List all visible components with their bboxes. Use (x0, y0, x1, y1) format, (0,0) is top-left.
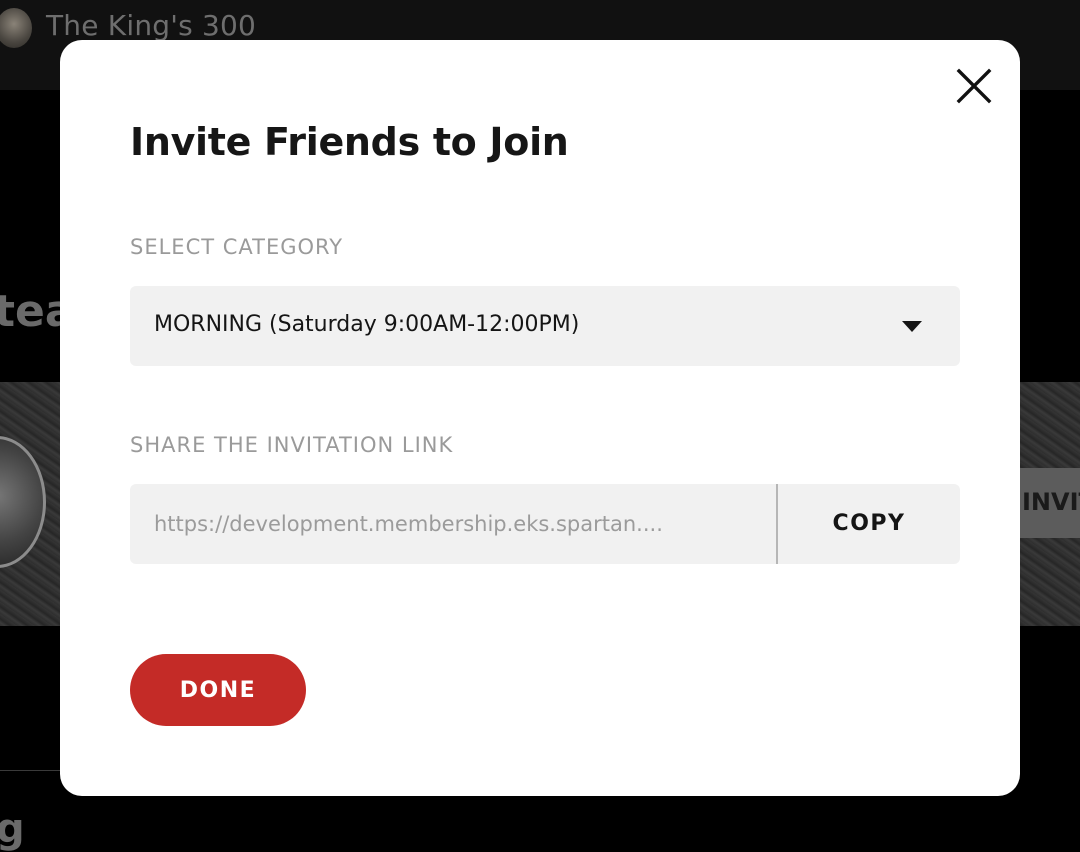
done-button[interactable]: DONE (130, 654, 306, 726)
team-avatar (0, 8, 32, 48)
category-label: SELECT CATEGORY (130, 235, 344, 259)
close-icon (956, 68, 992, 104)
team-name: The King's 300 (46, 9, 257, 42)
caret-down-icon (902, 321, 922, 332)
invitation-link-group: COPY (130, 484, 960, 564)
category-select[interactable]: MORNING (Saturday 9:00AM-12:00PM) (130, 286, 960, 366)
invite-button: INVIT (1018, 468, 1080, 538)
close-button[interactable] (954, 66, 994, 106)
share-link-label: SHARE THE INVITATION LINK (130, 433, 454, 457)
invite-modal: Invite Friends to Join SELECT CATEGORY M… (60, 40, 1020, 796)
copy-button[interactable]: COPY (778, 484, 960, 564)
modal-title: Invite Friends to Join (130, 120, 569, 164)
category-selected-value: MORNING (Saturday 9:00AM-12:00PM) (154, 312, 580, 337)
invitation-link-input[interactable] (130, 484, 776, 564)
divider (0, 770, 60, 771)
bottom-heading: g (0, 806, 25, 852)
